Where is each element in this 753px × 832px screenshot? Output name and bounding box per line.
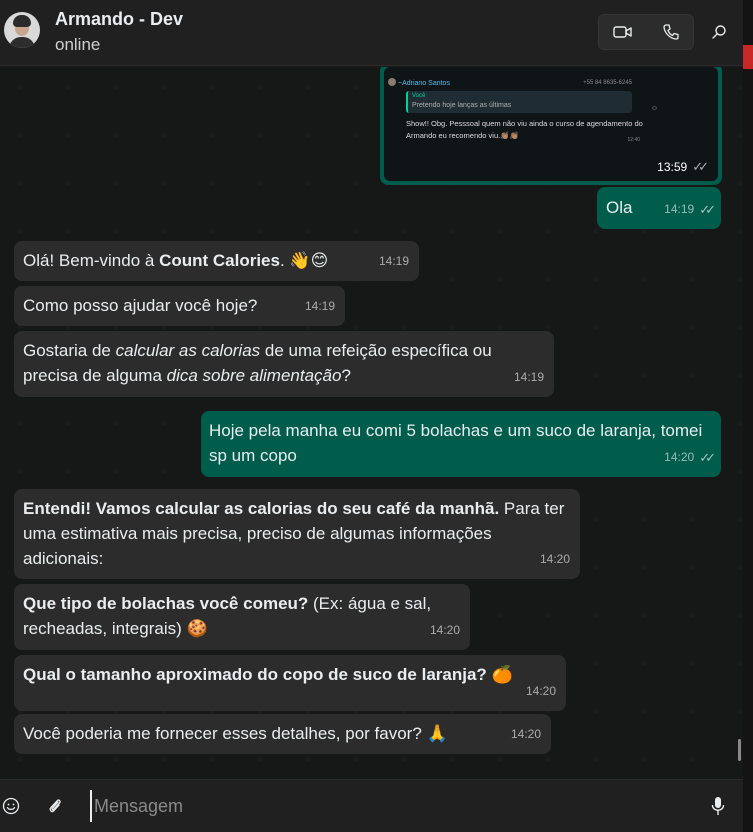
image-quote: Você Pretendo hoje lanças as últimas <box>406 91 632 113</box>
search-button[interactable] <box>704 16 734 48</box>
emoji-button[interactable] <box>0 794 22 818</box>
message-list[interactable]: ~Adriano Santos +55 84 8635-6245 Você Pr… <box>0 67 743 779</box>
image-quote-name: Você <box>412 93 426 99</box>
call-button-group <box>598 14 694 50</box>
message-time: 14:19 ✓✓ <box>664 197 716 222</box>
message-bubble-incoming[interactable]: Qual o tamanho aproximado do copo de suc… <box>14 655 566 711</box>
message-text: Gostaria de calcular as calorias de uma … <box>23 341 492 385</box>
video-call-button[interactable] <box>599 15 647 49</box>
message-bubble-outgoing[interactable]: Hoje pela manha eu comi 5 bolachas e um … <box>201 411 721 477</box>
contact-status: online <box>55 35 101 54</box>
image-sender: ~Adriano Santos <box>398 80 450 87</box>
message-bubble-incoming[interactable]: Como posso ajudar você hoje? 14:19 <box>14 286 345 326</box>
message-time: 14:20 <box>429 623 460 637</box>
message-time: 14:20 <box>525 684 556 698</box>
message-bubble-incoming[interactable]: Você poderia me fornecer esses detalhes,… <box>14 714 551 754</box>
reaction-icon: ☺ <box>650 105 658 112</box>
message-text: Como posso ajudar você hoje? <box>23 296 258 315</box>
mic-button[interactable] <box>707 794 729 818</box>
avatar-hair <box>13 15 31 27</box>
composer <box>0 779 743 832</box>
message-time: 14:20 ✓✓ <box>664 445 716 470</box>
message-bubble-incoming[interactable]: Olá! Bem-vindo à Count Calories. 👋😊 14:1… <box>14 241 419 281</box>
message-input[interactable] <box>90 790 680 822</box>
message-text: Hoje pela manha eu comi 5 bolachas e um … <box>209 421 703 465</box>
message-time: 14:20 <box>510 727 541 741</box>
message-text: Olá! Bem-vindo à Count Calories. 👋😊 <box>23 251 329 270</box>
image-time: 13:59 <box>657 160 688 174</box>
window-edge <box>743 0 753 832</box>
double-check-icon: ✓✓ <box>699 202 716 217</box>
image-inner-time: 12:40 <box>627 137 640 143</box>
message-bubble-incoming[interactable]: Gostaria de calcular as calorias de uma … <box>14 331 554 397</box>
image-thumbnail[interactable]: ~Adriano Santos +55 84 8635-6245 Você Pr… <box>384 67 718 181</box>
search-icon <box>712 25 726 39</box>
contact-name[interactable]: Armando - Dev <box>55 9 183 30</box>
voice-call-button[interactable] <box>647 15 695 49</box>
chat-header: Armando - Dev online <box>0 0 743 66</box>
video-icon <box>613 26 632 38</box>
message-time: 14:20 <box>539 552 570 566</box>
message-text: Você poderia me fornecer esses detalhes,… <box>23 724 448 743</box>
image-quote-text: Pretendo hoje lanças as últimas <box>412 102 512 109</box>
double-check-icon: ✓✓ <box>699 450 716 465</box>
message-bubble-outgoing[interactable]: Ola 14:19 ✓✓ <box>597 187 721 229</box>
mini-avatar <box>388 78 396 86</box>
message-text: Que tipo de bolachas você comeu? (Ex: ág… <box>23 594 432 638</box>
message-bubble-incoming[interactable]: Entendi! Vamos calcular as calorias do s… <box>14 489 580 579</box>
message-time: 14:19 <box>513 370 544 384</box>
image-phone: +55 84 8635-6245 <box>583 80 632 86</box>
mic-icon <box>711 797 725 815</box>
image-message[interactable]: ~Adriano Santos +55 84 8635-6245 Você Pr… <box>380 67 722 185</box>
attach-icon <box>49 799 61 813</box>
message-text: Qual o tamanho aproximado do copo de suc… <box>23 665 513 684</box>
message-text: Entendi! Vamos calcular as calorias do s… <box>23 499 565 568</box>
message-bubble-incoming[interactable]: Que tipo de bolachas você comeu? (Ex: ág… <box>14 584 470 650</box>
message-time: 14:19 <box>378 254 409 268</box>
attach-button[interactable] <box>44 794 66 818</box>
message-time: 13:59 ✓✓ <box>657 159 709 175</box>
window-edge-accent <box>743 45 753 69</box>
avatar[interactable] <box>4 12 40 48</box>
phone-icon <box>663 24 679 40</box>
scrollbar[interactable] <box>738 739 741 761</box>
avatar-body <box>9 37 35 48</box>
double-check-icon: ✓✓ <box>692 159 709 174</box>
image-body: Show!! Obg. Pesssoal quem não viu ainda … <box>406 119 643 140</box>
emoji-icon <box>2 797 20 815</box>
message-time: 14:19 <box>304 299 335 313</box>
